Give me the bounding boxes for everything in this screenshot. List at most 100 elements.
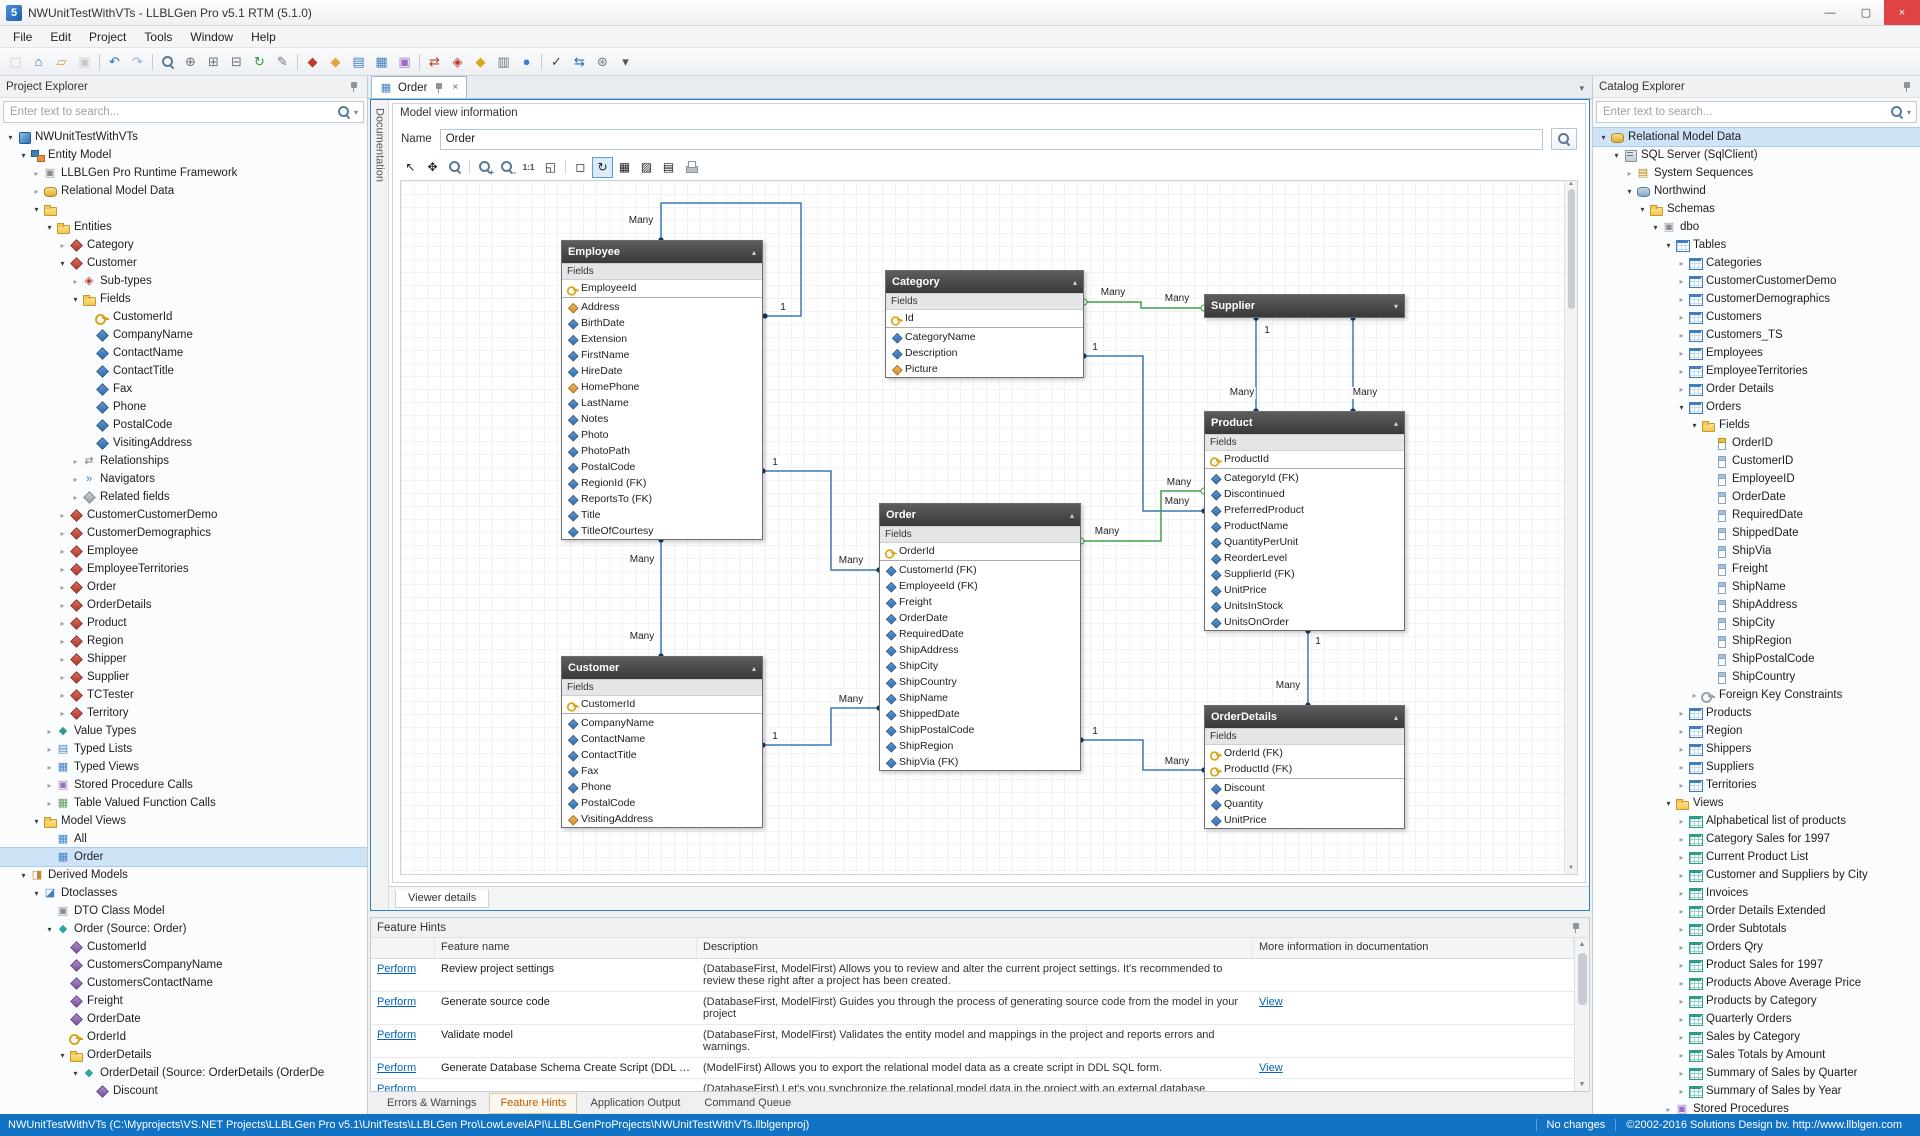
expanded-arrow-icon[interactable]: ▾	[4, 133, 17, 142]
collapsed-arrow-icon[interactable]: ▸	[1675, 1015, 1688, 1024]
project-item-stored-procedure-calls[interactable]: ▸▣Stored Procedure Calls	[0, 776, 367, 794]
add-typed-list-icon[interactable]: ▤	[347, 51, 370, 73]
entity-field-shipcountry[interactable]: ShipCountry	[880, 674, 1080, 690]
collapsed-arrow-icon[interactable]: ▸	[56, 547, 69, 556]
project-item-discount[interactable]: Discount	[0, 1082, 367, 1100]
project-item-orderid[interactable]: OrderId	[0, 1028, 367, 1046]
expanded-arrow-icon[interactable]: ▾	[1623, 187, 1636, 196]
entity-field-firstname[interactable]: FirstName	[562, 347, 762, 363]
save-icon[interactable]: ▣	[73, 51, 96, 73]
collapsed-arrow-icon[interactable]: ▸	[69, 277, 82, 286]
project-item-customer[interactable]: ▾Customer	[0, 254, 367, 272]
collapsed-arrow-icon[interactable]: ▸	[56, 565, 69, 574]
catalog-item-shipregion[interactable]: ShipRegion	[1593, 632, 1920, 650]
entity-field-discount[interactable]: Discount	[1205, 780, 1404, 796]
entity-field-shipvia-fk[interactable]: ShipVia (FK)	[880, 754, 1080, 770]
entity-field-contactname[interactable]: ContactName	[562, 731, 762, 747]
search-icon[interactable]	[156, 51, 179, 73]
collapsed-arrow-icon[interactable]: ▸	[56, 673, 69, 682]
project-item-employee[interactable]: ▸Employee	[0, 542, 367, 560]
entity-field-unitsinstock[interactable]: UnitsInStock	[1205, 598, 1404, 614]
collapsed-arrow-icon[interactable]: ▸	[69, 475, 82, 484]
catalog-item-invoices[interactable]: ▸Invoices	[1593, 884, 1920, 902]
collapsed-arrow-icon[interactable]: ▸	[1675, 1051, 1688, 1060]
project-item-llblgen-pro-runtime-framework[interactable]: ▸▣LLBLGen Pro Runtime Framework	[0, 164, 367, 182]
canvas-vertical-scrollbar[interactable]: ▲ ▼	[1564, 181, 1577, 874]
entity-field-requireddate[interactable]: RequiredDate	[880, 626, 1080, 642]
entity-field-regionid-fk[interactable]: RegionId (FK)	[562, 475, 762, 491]
collapsed-arrow-icon[interactable]: ▸	[1675, 367, 1688, 376]
name-search-button[interactable]	[1551, 128, 1577, 150]
catalog-item-product-sales-for-1997[interactable]: ▸Product Sales for 1997	[1593, 956, 1920, 974]
catalog-item-orderid[interactable]: OrderID	[1593, 434, 1920, 452]
pointer-icon[interactable]: ↖	[400, 157, 421, 178]
expanded-arrow-icon[interactable]: ▾	[17, 871, 30, 880]
scroll-up-icon[interactable]: ▲	[1568, 181, 1574, 187]
expanded-arrow-icon[interactable]: ▾	[56, 1051, 69, 1060]
catalog-item-shipname[interactable]: ShipName	[1593, 578, 1920, 596]
collapsed-arrow-icon[interactable]: ▸	[1675, 1069, 1688, 1078]
bottom-tab-command-queue[interactable]: Command Queue	[693, 1093, 802, 1114]
entity-category[interactable]: Category▴FieldsIdCategoryNameDescription…	[885, 270, 1084, 378]
relationship-line-2[interactable]	[763, 708, 879, 745]
entity-field-shipcity[interactable]: ShipCity	[880, 658, 1080, 674]
project-item-fax[interactable]: Fax	[0, 380, 367, 398]
project-item-customerscontactname[interactable]: CustomersContactName	[0, 974, 367, 992]
pin-icon[interactable]	[347, 80, 361, 94]
catalog-item-freight[interactable]: Freight	[1593, 560, 1920, 578]
catalog-item-orders-qry[interactable]: ▸Orders Qry	[1593, 938, 1920, 956]
zoom-fit-icon[interactable]: ◱	[540, 157, 561, 178]
catalog-item-category-sales-for-1997[interactable]: ▸Category Sales for 1997	[1593, 830, 1920, 848]
catalog-item-order-details[interactable]: ▸Order Details	[1593, 380, 1920, 398]
entity-supplier[interactable]: Supplier▾	[1204, 294, 1405, 318]
collapsed-arrow-icon[interactable]: ▸	[56, 529, 69, 538]
collapsed-arrow-icon[interactable]: ▸	[1675, 331, 1688, 340]
entity-field-companyname[interactable]: CompanyName	[562, 715, 762, 731]
entity-header[interactable]: Category▴	[886, 271, 1083, 293]
catalog-item-employees[interactable]: ▸Employees	[1593, 344, 1920, 362]
view-link[interactable]: View	[1259, 996, 1283, 1008]
new-project-icon[interactable]: ▢	[4, 51, 27, 73]
catalog-item-current-product-list[interactable]: ▸Current Product List	[1593, 848, 1920, 866]
expanded-arrow-icon[interactable]: ▾	[69, 1069, 82, 1078]
catalog-item-shipcity[interactable]: ShipCity	[1593, 614, 1920, 632]
entity-field-productid[interactable]: ProductId	[1205, 451, 1404, 467]
viewer-details-tab[interactable]: Viewer details	[395, 890, 489, 908]
entity-field-unitprice[interactable]: UnitPrice	[1205, 582, 1404, 598]
scroll-thumb[interactable]	[1578, 953, 1587, 1005]
entity-field-postalcode[interactable]: PostalCode	[562, 795, 762, 811]
catalog-item-summary-of-sales-by-year[interactable]: ▸Summary of Sales by Year	[1593, 1082, 1920, 1100]
open-project-icon[interactable]: ▱	[50, 51, 73, 73]
close-button[interactable]: ×	[1884, 0, 1920, 25]
entity-field-freight[interactable]: Freight	[880, 594, 1080, 610]
zoom-select-icon[interactable]	[444, 157, 465, 178]
expanded-arrow-icon[interactable]: ▾	[30, 817, 43, 826]
project-item-customercustomerdemo[interactable]: ▸CustomerCustomerDemo	[0, 506, 367, 524]
project-item-orderdetail-source-orderdetails-orderde[interactable]: ▾◆OrderDetail (Source: OrderDetails (Ord…	[0, 1064, 367, 1082]
scroll-thumb[interactable]	[1568, 189, 1575, 309]
catalog-item-shipvia[interactable]: ShipVia	[1593, 542, 1920, 560]
auto-layout-icon[interactable]: ↻	[592, 157, 613, 178]
open-docked-icon[interactable]: ▤	[658, 157, 679, 178]
entity-field-shippostalcode[interactable]: ShipPostalCode	[880, 722, 1080, 738]
project-item-territory[interactable]: ▸Territory	[0, 704, 367, 722]
entity-field-birthdate[interactable]: BirthDate	[562, 315, 762, 331]
print-icon[interactable]	[680, 157, 701, 178]
collapsed-arrow-icon[interactable]: ▸	[30, 187, 43, 196]
catalog-item-shipcountry[interactable]: ShipCountry	[1593, 668, 1920, 686]
collapsed-arrow-icon[interactable]: ▸	[1675, 259, 1688, 268]
entity-field-hiredate[interactable]: HireDate	[562, 363, 762, 379]
collapsed-arrow-icon[interactable]: ▸	[69, 457, 82, 466]
tab-order[interactable]: ▦ Order ×	[371, 76, 467, 98]
add-inheritance-icon[interactable]: ◈	[446, 51, 469, 73]
perform-link[interactable]: Perform	[377, 1029, 416, 1041]
project-item-value-types[interactable]: ▸◆Value Types	[0, 722, 367, 740]
add-entity-icon[interactable]: ◆	[301, 51, 324, 73]
project-item-navigators[interactable]: ▸»Navigators	[0, 470, 367, 488]
catalog-item-relational-model-data[interactable]: ▾Relational Model Data	[1593, 128, 1920, 146]
project-item-orderdetails[interactable]: ▾OrderDetails	[0, 1046, 367, 1064]
project-item-postalcode[interactable]: PostalCode	[0, 416, 367, 434]
expanded-arrow-icon[interactable]: ▾	[1675, 403, 1688, 412]
catalog-item-northwind[interactable]: ▾Northwind	[1593, 182, 1920, 200]
add-stored-procedure-icon[interactable]: ▣	[393, 51, 416, 73]
